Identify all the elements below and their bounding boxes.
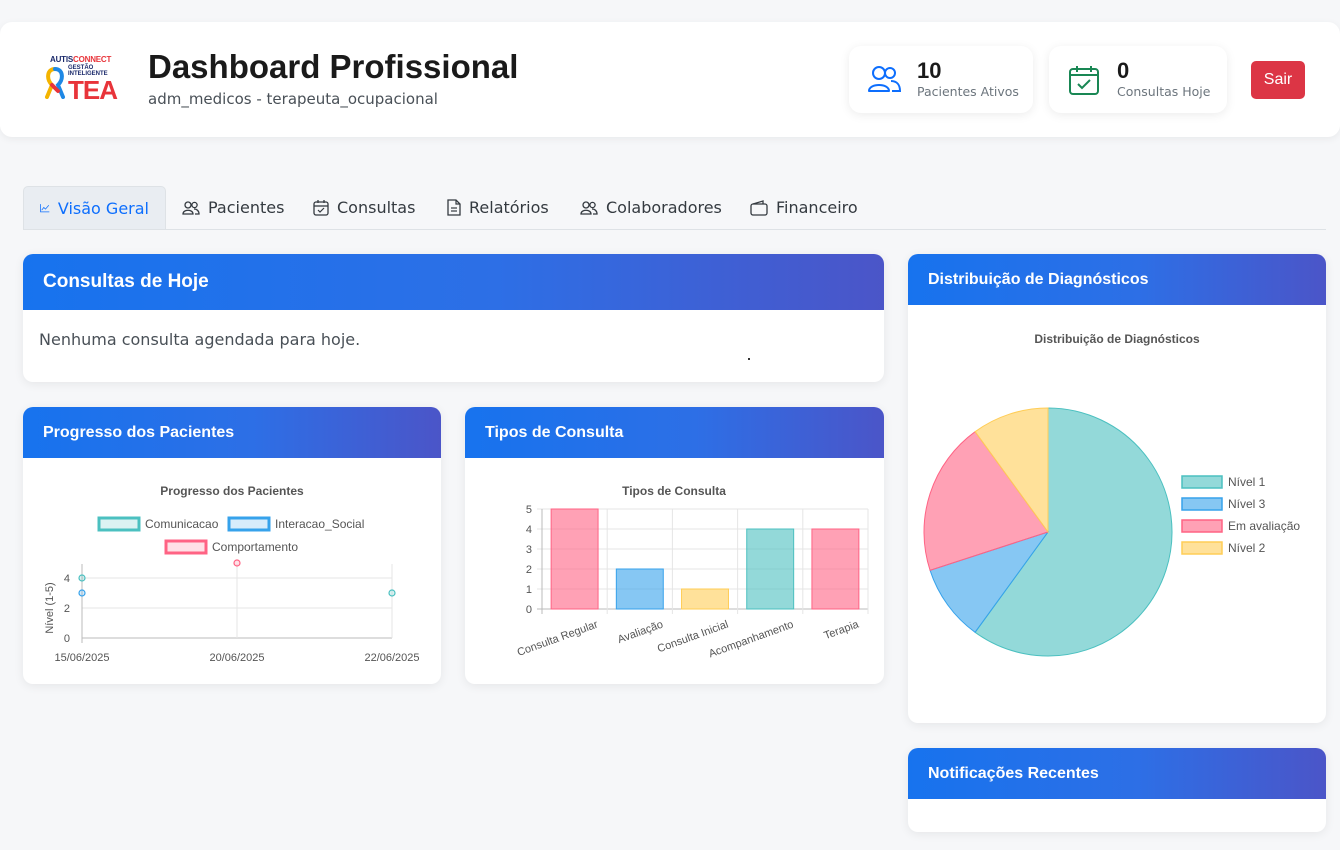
x-tick-label: Consulta Regular bbox=[516, 618, 600, 658]
card-tipos-consulta: Tipos de Consulta Tipos de Consulta 0 1 2 3… bbox=[465, 407, 884, 684]
card-notificacoes: Notificações Recentes bbox=[908, 748, 1326, 832]
y-tick-label: 2 bbox=[526, 564, 532, 576]
stat-consultas-hoje: 0 Consultas Hoje bbox=[1049, 46, 1227, 113]
legend-label: Em avaliação bbox=[1228, 519, 1300, 533]
stat-value: 0 bbox=[1117, 58, 1130, 83]
card-title: Tipos de Consulta bbox=[465, 407, 884, 458]
page-header: AUTISCONNECT GESTÃO INTELIGENTE TEA Dashb… bbox=[0, 22, 1340, 137]
users-icon bbox=[868, 66, 901, 92]
legend-label: Interacao_Social bbox=[275, 517, 364, 531]
card-title: Notificações Recentes bbox=[908, 748, 1326, 799]
x-tick-label: Terapia bbox=[822, 618, 861, 642]
calendar-icon bbox=[313, 200, 329, 216]
y-tick-label: 3 bbox=[526, 544, 532, 556]
x-tick-label: Avaliação bbox=[616, 619, 665, 647]
tab-pacientes[interactable]: Pacientes bbox=[166, 186, 300, 229]
chart-line-icon bbox=[40, 204, 50, 213]
bar-consulta-inicial bbox=[681, 588, 729, 610]
chart-title: Progresso dos Pacientes bbox=[160, 484, 304, 498]
legend-label: Comportamento bbox=[212, 540, 298, 554]
empty-message: Nenhuma consulta agendada para hoje. bbox=[39, 330, 361, 349]
chart-title: Distribuição de Diagnósticos bbox=[1034, 332, 1200, 346]
y-tick-label: 0 bbox=[526, 604, 532, 616]
legend-label: Nível 2 bbox=[1228, 541, 1266, 555]
stat-pacientes-ativos: 10 Pacientes Ativos bbox=[849, 46, 1033, 113]
wallet-icon bbox=[750, 199, 768, 216]
calendar-check-icon bbox=[1069, 66, 1099, 95]
data-point-comunicacao bbox=[78, 574, 86, 582]
ribbon-icon bbox=[45, 67, 65, 99]
stat-label: Pacientes Ativos bbox=[917, 84, 1019, 99]
chart-title: Tipos de Consulta bbox=[622, 484, 726, 498]
diagnosis-chart: Distribuição de Diagnósticos Nível 1 Níve… bbox=[923, 332, 1300, 657]
user-role-subtitle: adm_medicos - terapeuta_ocupacional bbox=[148, 90, 438, 108]
bar-consulta-regular bbox=[550, 508, 599, 610]
x-tick-label: 22/06/2025 bbox=[364, 652, 419, 664]
data-point-comunicacao bbox=[388, 589, 396, 597]
stat-label: Consultas Hoje bbox=[1117, 84, 1211, 99]
card-progresso-pacientes: Progresso dos Pacientes Progresso dos Pa… bbox=[23, 407, 441, 684]
page-title: Dashboard Profissional bbox=[148, 48, 519, 85]
stray-dot bbox=[748, 358, 750, 360]
legend-swatch-nivel-3 bbox=[1181, 497, 1223, 511]
card-consultas-hoje: Consultas de Hoje Nenhuma consulta agend… bbox=[23, 254, 884, 382]
main-tabs: Visão Geral Pacientes Consultas Relatóri… bbox=[23, 186, 1326, 230]
bar-avaliacao bbox=[615, 568, 664, 610]
progress-chart: Progresso dos Pacientes Comunicacao Inte… bbox=[44, 484, 420, 664]
data-point-interacao-social bbox=[78, 589, 86, 597]
x-tick-label: 15/06/2025 bbox=[54, 652, 109, 664]
legend-swatch-nivel-2 bbox=[1181, 541, 1223, 555]
data-point-comportamento bbox=[233, 559, 241, 567]
card-distribuicao-diagnosticos: Distribuição de Diagnósticos Distribuiçã… bbox=[908, 254, 1326, 723]
card-title: Consultas de Hoje bbox=[23, 254, 884, 310]
card-title: Progresso dos Pacientes bbox=[23, 407, 441, 458]
x-tick-label: 20/06/2025 bbox=[209, 652, 264, 664]
y-tick-label: 1 bbox=[526, 584, 532, 596]
card-title: Distribuição de Diagnósticos bbox=[908, 254, 1326, 305]
logout-button[interactable]: Sair bbox=[1251, 61, 1305, 99]
y-axis-label: Nível (1-5) bbox=[44, 582, 56, 633]
tab-consultas[interactable]: Consultas bbox=[297, 186, 431, 229]
chart-legend: Comunicacao Interacao_Social Comportamen… bbox=[97, 516, 364, 555]
stat-value: 10 bbox=[917, 58, 942, 83]
legend-swatch-nivel-1 bbox=[1181, 475, 1223, 489]
types-chart: Tipos de Consulta 0 1 2 3 4 5 Consulta Regular… bbox=[516, 484, 869, 660]
bar-acompanhamento bbox=[746, 528, 795, 610]
tab-relatorios[interactable]: Relatórios bbox=[431, 186, 565, 229]
legend-swatch-comunicacao bbox=[97, 516, 141, 532]
users-icon bbox=[182, 200, 200, 215]
bar-terapia bbox=[811, 528, 860, 610]
legend-swatch-interacao-social bbox=[227, 516, 271, 532]
y-tick-label: 4 bbox=[526, 524, 532, 536]
y-tick-label: 4 bbox=[64, 573, 70, 585]
tab-visao-geral[interactable]: Visão Geral bbox=[23, 186, 166, 229]
y-tick-label: 0 bbox=[64, 633, 70, 645]
legend-swatch-em-avaliacao bbox=[1181, 519, 1223, 533]
y-tick-label: 2 bbox=[64, 603, 70, 615]
document-icon bbox=[447, 199, 461, 216]
autisconnect-logo: AUTISCONNECT GESTÃO INTELIGENTE TEA bbox=[44, 55, 126, 107]
tab-financeiro[interactable]: Financeiro bbox=[734, 186, 874, 229]
legend-label: Comunicacao bbox=[145, 517, 219, 531]
legend-swatch-comportamento bbox=[164, 539, 208, 555]
y-tick-label: 5 bbox=[526, 504, 532, 516]
legend-label: Nível 1 bbox=[1228, 475, 1266, 489]
tab-colaboradores[interactable]: Colaboradores bbox=[564, 186, 738, 229]
legend-label: Nível 3 bbox=[1228, 497, 1266, 511]
users-icon bbox=[580, 200, 598, 215]
